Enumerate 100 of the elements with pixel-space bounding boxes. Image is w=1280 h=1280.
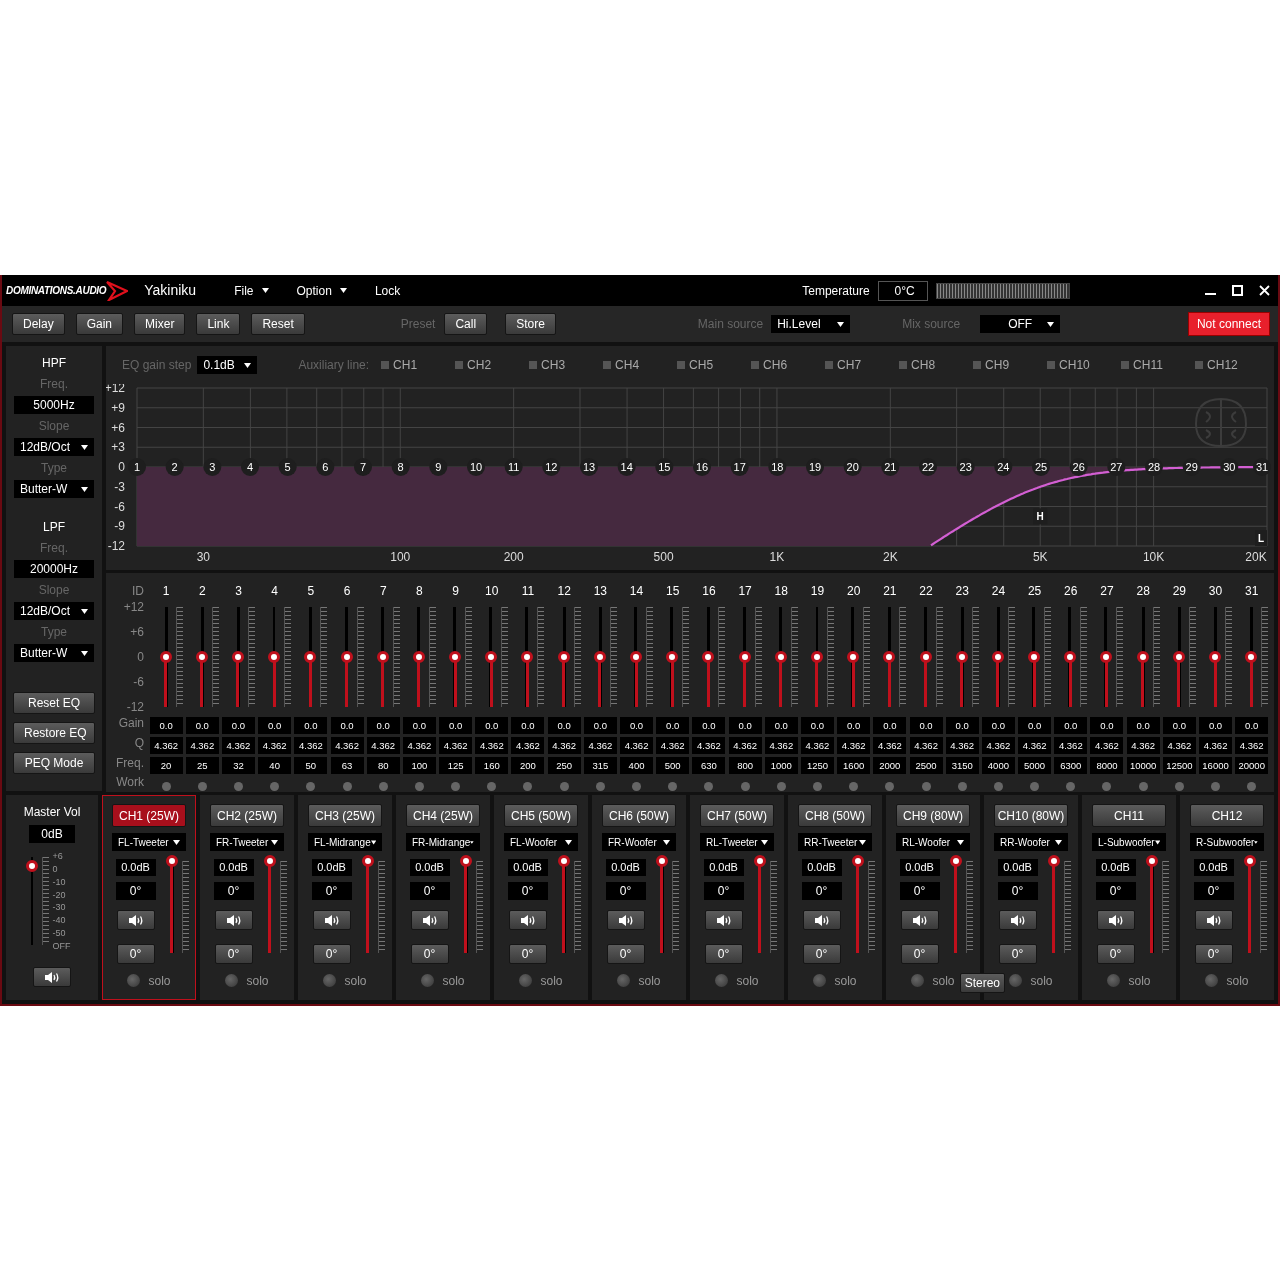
auxiliary-line-checkbox[interactable]: CH1 bbox=[381, 356, 456, 374]
q-field[interactable]: 4.362 bbox=[439, 737, 473, 754]
phase-field[interactable]: 0° bbox=[605, 881, 646, 900]
channel-gain-field[interactable]: 0.0dB bbox=[605, 859, 646, 876]
speaker-position-dropdown[interactable]: FR-Tweeter bbox=[210, 833, 284, 851]
q-field[interactable]: 4.362 bbox=[402, 737, 436, 754]
slider-thumb[interactable] bbox=[361, 855, 374, 867]
gain-field[interactable]: 0.0 bbox=[439, 717, 473, 734]
q-field[interactable]: 4.362 bbox=[728, 737, 762, 754]
type-dropdown[interactable]: Butter-W bbox=[14, 644, 94, 662]
slider-thumb[interactable] bbox=[231, 651, 244, 663]
frequency-field[interactable]: 400 bbox=[620, 757, 654, 774]
mute-button[interactable] bbox=[410, 909, 449, 930]
q-field[interactable]: 4.362 bbox=[1199, 737, 1233, 754]
channel-gain-field[interactable]: 0.0dB bbox=[703, 859, 744, 876]
slider-thumb[interactable] bbox=[1047, 855, 1060, 867]
auxiliary-line-checkbox[interactable]: CH3 bbox=[529, 356, 604, 374]
gain-field[interactable]: 0.0 bbox=[945, 717, 979, 734]
gain-field[interactable]: 0.0 bbox=[1090, 717, 1124, 734]
band-marker[interactable]: 11 bbox=[504, 458, 523, 476]
frequency-field[interactable]: 80 bbox=[366, 757, 400, 774]
slider-thumb[interactable] bbox=[165, 855, 178, 867]
gain-field[interactable]: 0.0 bbox=[511, 717, 545, 734]
gain-field[interactable]: 0.0 bbox=[1162, 717, 1196, 734]
slider-thumb[interactable] bbox=[1172, 651, 1185, 663]
channel-gain-field[interactable]: 0.0dB bbox=[115, 859, 156, 876]
q-field[interactable]: 4.362 bbox=[475, 737, 509, 754]
eq-button[interactable]: Reset EQ bbox=[13, 692, 95, 714]
gain-field[interactable]: 0.0 bbox=[800, 717, 834, 734]
band-marker[interactable]: 28 bbox=[1145, 458, 1163, 476]
q-field[interactable]: 4.362 bbox=[294, 737, 328, 754]
slider-thumb[interactable] bbox=[1100, 651, 1113, 663]
frequency-field[interactable]: 1000 bbox=[764, 757, 798, 774]
frequency-field[interactable]: 800 bbox=[728, 757, 762, 774]
speaker-position-dropdown[interactable]: FR-Midrange bbox=[406, 833, 480, 851]
solo-toggle[interactable]: solo bbox=[1009, 971, 1053, 990]
phase-field[interactable]: 0° bbox=[801, 881, 842, 900]
gain-field[interactable]: 0.0 bbox=[149, 717, 183, 734]
q-field[interactable]: 4.362 bbox=[1235, 737, 1269, 754]
slider-thumb[interactable] bbox=[1243, 855, 1256, 867]
channel-tab[interactable]: CH7 (50W) bbox=[700, 804, 774, 827]
slider-thumb[interactable] bbox=[304, 651, 317, 663]
band-marker[interactable]: 25 bbox=[1032, 458, 1050, 476]
menu-item[interactable]: File bbox=[234, 281, 269, 300]
auxiliary-line-checkbox[interactable]: CH9 bbox=[973, 356, 1048, 374]
gain-field[interactable]: 0.0 bbox=[656, 717, 690, 734]
mute-button[interactable] bbox=[1096, 909, 1135, 930]
q-field[interactable]: 4.362 bbox=[547, 737, 581, 754]
channel-gain-field[interactable]: 0.0dB bbox=[1193, 859, 1234, 876]
phase-button[interactable]: 0° bbox=[606, 943, 645, 964]
q-field[interactable]: 4.362 bbox=[1090, 737, 1124, 754]
gain-field[interactable]: 0.0 bbox=[1199, 717, 1233, 734]
phase-button[interactable]: 0° bbox=[1096, 943, 1135, 964]
phase-button[interactable]: 0° bbox=[214, 943, 253, 964]
speaker-position-dropdown[interactable]: L-Subwoofer bbox=[1092, 833, 1166, 851]
frequency-field[interactable]: 1250 bbox=[800, 757, 834, 774]
slider-thumb[interactable] bbox=[810, 651, 823, 663]
mute-button[interactable] bbox=[508, 909, 547, 930]
master-volume-field[interactable]: 0dB bbox=[29, 825, 75, 843]
type-dropdown[interactable]: Butter-W bbox=[14, 480, 94, 498]
slider-thumb[interactable] bbox=[847, 651, 860, 663]
gain-field[interactable]: 0.0 bbox=[185, 717, 219, 734]
frequency-field[interactable]: 6300 bbox=[1054, 757, 1088, 774]
slider-thumb[interactable] bbox=[557, 651, 570, 663]
slider-thumb[interactable] bbox=[1136, 651, 1149, 663]
slider-thumb[interactable] bbox=[630, 651, 643, 663]
channel-gain-field[interactable]: 0.0dB bbox=[507, 859, 548, 876]
gain-field[interactable]: 0.0 bbox=[258, 717, 292, 734]
channel-tab[interactable]: CH2 (25W) bbox=[210, 804, 284, 827]
q-field[interactable]: 4.362 bbox=[1162, 737, 1196, 754]
solo-toggle[interactable]: solo bbox=[715, 971, 759, 990]
mute-button[interactable] bbox=[312, 909, 351, 930]
speaker-position-dropdown[interactable]: FL-Woofer bbox=[504, 833, 578, 851]
lpf-marker[interactable]: L bbox=[1255, 530, 1267, 547]
gain-field[interactable]: 0.0 bbox=[366, 717, 400, 734]
solo-toggle[interactable]: solo bbox=[617, 971, 661, 990]
q-field[interactable]: 4.362 bbox=[149, 737, 183, 754]
phase-field[interactable]: 0° bbox=[703, 881, 744, 900]
slider-thumb[interactable] bbox=[774, 651, 787, 663]
speaker-position-dropdown[interactable]: R-Subwoofer bbox=[1190, 833, 1264, 851]
speaker-position-dropdown[interactable]: FL-Midrange bbox=[308, 833, 382, 851]
band-marker[interactable]: 18 bbox=[768, 458, 787, 476]
band-marker[interactable]: 7 bbox=[354, 458, 372, 476]
phase-field[interactable]: 0° bbox=[507, 881, 548, 900]
connection-status-button[interactable]: Not connect bbox=[1187, 312, 1270, 336]
phase-field[interactable]: 0° bbox=[409, 881, 450, 900]
q-field[interactable]: 4.362 bbox=[330, 737, 364, 754]
slider-thumb[interactable] bbox=[449, 651, 462, 663]
frequency-field[interactable]: 20000Hz bbox=[14, 560, 94, 578]
band-marker[interactable]: 21 bbox=[881, 458, 900, 476]
frequency-field[interactable]: 5000Hz bbox=[14, 396, 94, 414]
q-field[interactable]: 4.362 bbox=[511, 737, 545, 754]
phase-button[interactable]: 0° bbox=[508, 943, 547, 964]
solo-toggle[interactable]: solo bbox=[421, 971, 465, 990]
q-field[interactable]: 4.362 bbox=[873, 737, 907, 754]
q-field[interactable]: 4.362 bbox=[1126, 737, 1160, 754]
q-field[interactable]: 4.362 bbox=[945, 737, 979, 754]
q-field[interactable]: 4.362 bbox=[800, 737, 834, 754]
slider-thumb[interactable] bbox=[263, 855, 276, 867]
gain-field[interactable]: 0.0 bbox=[583, 717, 617, 734]
